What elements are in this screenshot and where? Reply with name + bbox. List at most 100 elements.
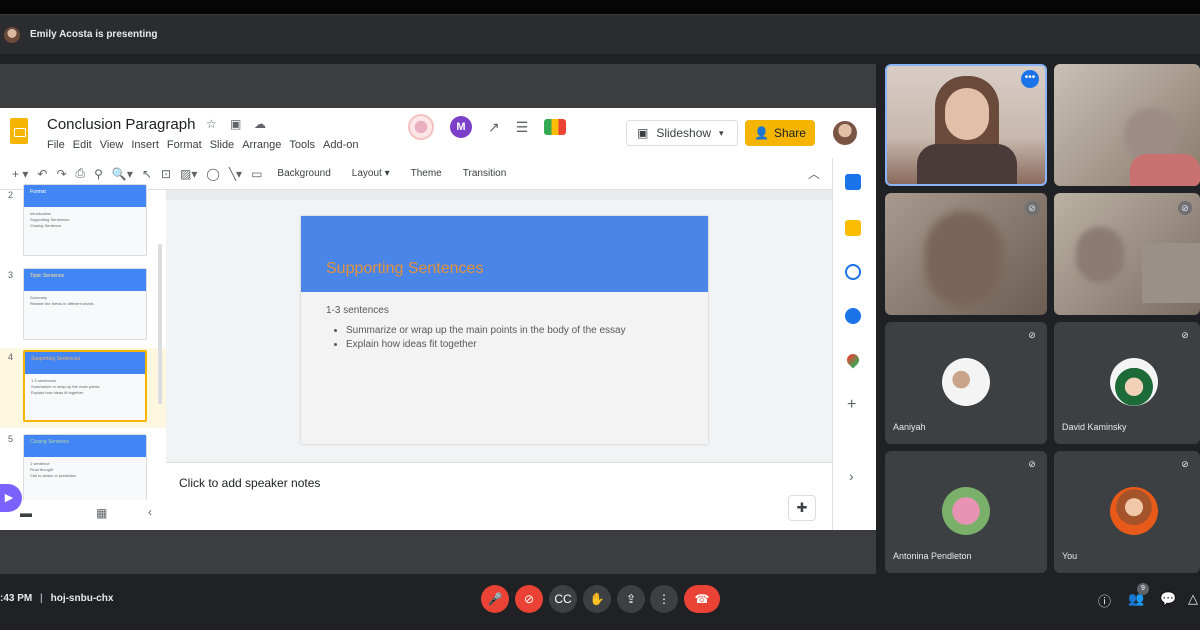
meeting-time: :43 PM bbox=[0, 593, 33, 604]
share-button[interactable]: 👤 Share bbox=[745, 120, 815, 146]
extension-avatar-icon[interactable] bbox=[408, 114, 434, 140]
account-avatar[interactable] bbox=[833, 121, 857, 145]
menu-file[interactable]: File bbox=[47, 139, 65, 151]
document-title[interactable]: Conclusion Paragraph bbox=[47, 116, 195, 133]
line-icon[interactable]: ╲▾ bbox=[229, 167, 242, 181]
mic-off-icon: ⊘ bbox=[1181, 330, 1189, 340]
speaker-notes[interactable]: Click to add speaker notes ✚ bbox=[166, 462, 832, 530]
comment-icon[interactable]: ▭ bbox=[251, 167, 262, 181]
participant-tile[interactable]: ⊘ David Kaminsky bbox=[1054, 322, 1200, 444]
slides-logo-icon[interactable] bbox=[10, 118, 28, 144]
grid-view-icon[interactable]: ▦ bbox=[96, 506, 107, 520]
thumb-lines: 1-3 sentences Summarize or wrap up the m… bbox=[31, 378, 100, 395]
leave-call-button[interactable]: ☎ bbox=[684, 585, 720, 613]
menu-format[interactable]: Format bbox=[167, 139, 202, 151]
new-slide-icon[interactable]: + ▾ bbox=[12, 167, 28, 181]
mic-off-icon: ⊘ bbox=[1028, 459, 1036, 469]
mic-toggle-icon[interactable]: 🎤 bbox=[481, 585, 509, 613]
camera-toggle-icon[interactable]: ⊘ bbox=[515, 585, 543, 613]
thumb-title: Closing Sentence bbox=[24, 435, 146, 457]
move-folder-icon[interactable]: ▣ bbox=[230, 117, 241, 131]
raise-hand-icon[interactable]: ✋ bbox=[583, 585, 611, 613]
slide-bullet: Explain how ideas fit together bbox=[346, 338, 683, 352]
mic-off-icon: ⊘ bbox=[1025, 201, 1039, 215]
extension-logo-icon[interactable]: M bbox=[450, 116, 472, 138]
thumb-lines: 1 sentence Final thought Call to action … bbox=[30, 461, 77, 478]
slide-thumbnail[interactable]: Closing Sentence 1 sentence Final though… bbox=[23, 434, 147, 506]
add-on-plus-icon[interactable]: + bbox=[847, 396, 856, 414]
theme-button[interactable]: Theme bbox=[411, 168, 442, 179]
share-label: Share bbox=[773, 126, 806, 140]
slide-bullet: Summarize or wrap up the main points in … bbox=[346, 324, 683, 338]
participant-tile[interactable]: ⊘ bbox=[1054, 193, 1200, 315]
chevron-down-icon[interactable]: ▾ bbox=[719, 128, 724, 139]
current-slide[interactable]: Supporting Sentences 1-3 sentences Summa… bbox=[301, 216, 708, 444]
redo-icon[interactable]: ↷ bbox=[56, 167, 66, 181]
menu-edit[interactable]: Edit bbox=[73, 139, 92, 151]
menu-bar: File Edit View Insert Format Slide Arran… bbox=[47, 139, 367, 151]
filmstrip-footer: ▬ ▦ ‹ bbox=[0, 500, 166, 530]
participant-tile[interactable]: ⊘ Aaniyah bbox=[885, 322, 1047, 444]
collapse-toolbar-icon[interactable]: ︿ bbox=[808, 165, 820, 182]
add-comment-icon[interactable]: ✚ bbox=[788, 495, 816, 521]
participant-tile-self[interactable]: ⊘ You bbox=[1054, 451, 1200, 573]
slide-title[interactable]: Supporting Sentences bbox=[326, 260, 483, 278]
text-box-icon[interactable]: ⊡ bbox=[161, 167, 171, 181]
thumb-number: 2 bbox=[8, 190, 14, 200]
more-options-icon[interactable]: ••• bbox=[1021, 70, 1039, 88]
participant-name: Antonina Pendleton bbox=[893, 551, 972, 561]
image-icon[interactable]: ▨▾ bbox=[180, 167, 197, 181]
shape-icon[interactable]: ◯ bbox=[206, 167, 219, 181]
select-icon[interactable]: ↖ bbox=[142, 167, 152, 181]
print-icon[interactable]: ⎙ bbox=[76, 166, 86, 181]
participant-tile[interactable]: ⊘ bbox=[885, 193, 1047, 315]
participant-tile[interactable] bbox=[1054, 64, 1200, 186]
menu-slide[interactable]: Slide bbox=[210, 139, 234, 151]
activity-trend-icon[interactable]: ↗ bbox=[488, 119, 500, 136]
self-avatar bbox=[1110, 487, 1158, 535]
star-icon[interactable]: ☆ bbox=[206, 117, 217, 131]
background-button[interactable]: Background bbox=[277, 168, 330, 179]
slide-thumbnail[interactable]: Topic Sentence Summary Restate the thesi… bbox=[23, 268, 147, 340]
menu-view[interactable]: View bbox=[100, 139, 124, 151]
participant-name: Aaniyah bbox=[893, 422, 926, 432]
list-view-icon[interactable]: ▬ bbox=[20, 506, 32, 520]
presenting-label: Emily Acosta is presenting bbox=[30, 29, 158, 40]
menu-arrange[interactable]: Arrange bbox=[242, 139, 281, 151]
paint-format-icon[interactable]: ⚲ bbox=[94, 167, 103, 181]
presenter-avatar bbox=[4, 26, 20, 43]
menu-insert[interactable]: Insert bbox=[131, 139, 159, 151]
menu-tools[interactable]: Tools bbox=[289, 139, 315, 151]
more-options-icon[interactable]: ⋮ bbox=[650, 585, 678, 613]
menu-addons[interactable]: Add-on bbox=[323, 139, 358, 151]
tasks-icon[interactable] bbox=[845, 264, 861, 280]
filmstrip-scrollbar[interactable] bbox=[158, 244, 162, 404]
calendar-icon[interactable] bbox=[845, 174, 861, 190]
chat-icon[interactable]: 💬 bbox=[1160, 591, 1176, 607]
zoom-icon[interactable]: 🔍▾ bbox=[112, 167, 133, 181]
speaker-notes-placeholder[interactable]: Click to add speaker notes bbox=[179, 476, 320, 490]
slide-thumbnail-selected[interactable]: Supporting Sentences 1-3 sentences Summa… bbox=[23, 350, 147, 422]
undo-icon[interactable]: ↶ bbox=[37, 167, 47, 181]
activities-icon[interactable]: △ bbox=[1188, 591, 1198, 607]
comments-icon[interactable]: ☰ bbox=[516, 119, 529, 136]
slide-body[interactable]: 1-3 sentences Summarize or wrap up the m… bbox=[301, 292, 708, 365]
slideshow-button[interactable]: ▣ Slideshow ▾ bbox=[626, 120, 738, 146]
maps-icon[interactable] bbox=[844, 351, 862, 369]
expand-panel-icon[interactable]: › bbox=[849, 468, 854, 484]
meeting-details-icon[interactable]: ⓘ bbox=[1098, 591, 1111, 610]
meet-icon[interactable] bbox=[544, 119, 567, 135]
header-icons: M ↗ ☰ bbox=[408, 114, 567, 140]
present-screen-icon[interactable]: ⇪ bbox=[617, 585, 645, 613]
layout-button[interactable]: Layout ▾ bbox=[352, 168, 390, 179]
collapse-filmstrip-icon[interactable]: ‹ bbox=[148, 505, 152, 519]
participant-tile-presenter[interactable]: ••• bbox=[885, 64, 1047, 186]
transition-button[interactable]: Transition bbox=[463, 168, 507, 179]
slide-thumbnail[interactable]: Format Introduction Supporting Sentences… bbox=[23, 184, 147, 256]
cloud-status-icon: ☁ bbox=[254, 117, 266, 131]
slides-header: Conclusion Paragraph ☆ ▣ ☁ File Edit Vie… bbox=[0, 108, 876, 158]
contacts-icon[interactable] bbox=[845, 308, 861, 324]
keep-icon[interactable] bbox=[845, 220, 861, 236]
participant-tile[interactable]: ⊘ Antonina Pendleton bbox=[885, 451, 1047, 573]
captions-icon[interactable]: CC bbox=[549, 585, 577, 613]
